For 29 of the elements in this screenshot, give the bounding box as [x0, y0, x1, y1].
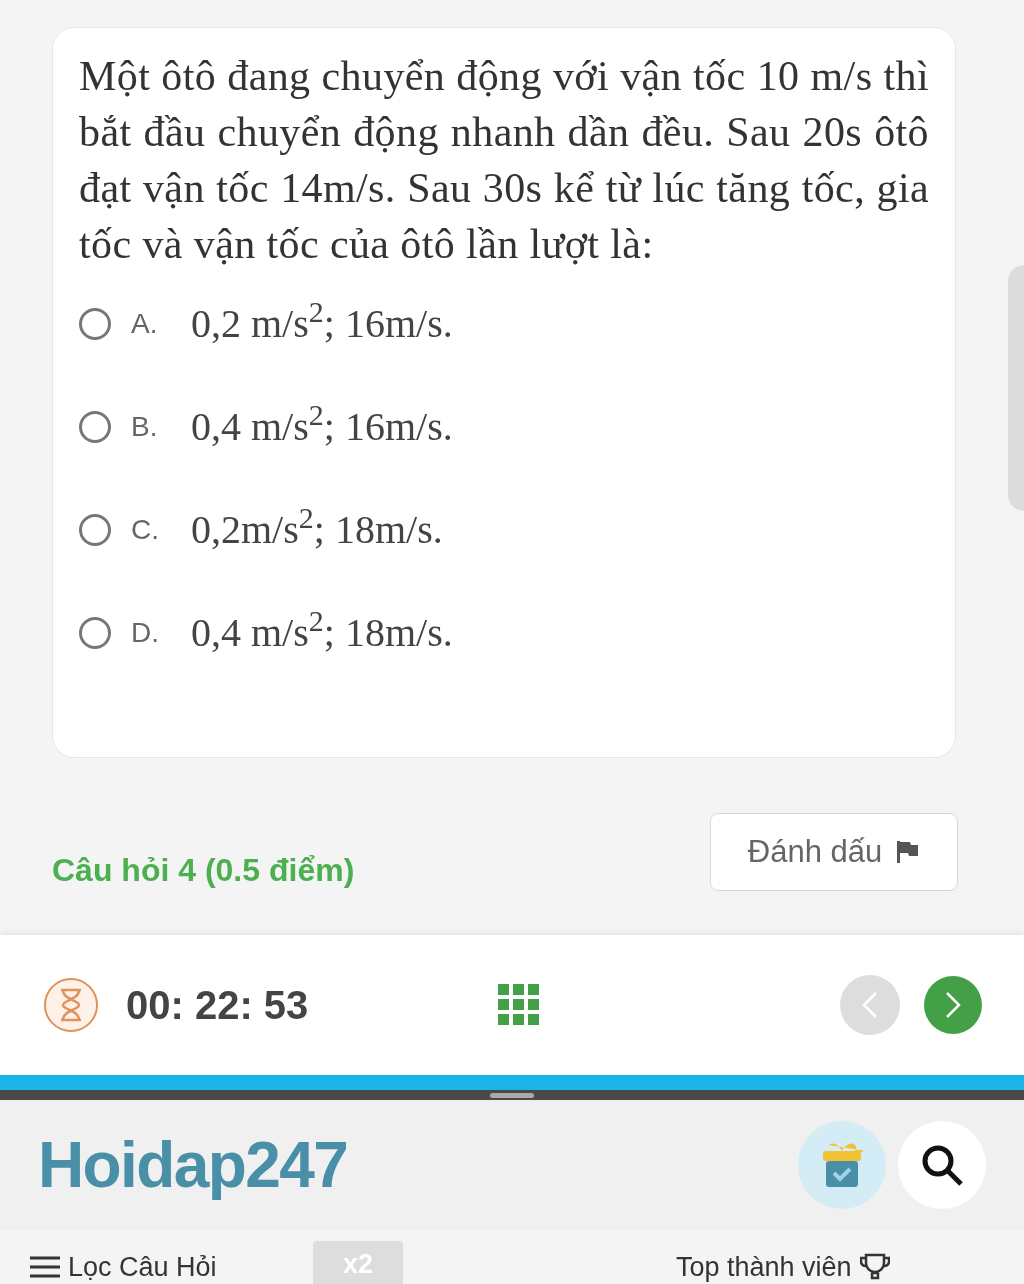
chevron-right-icon — [944, 991, 962, 1019]
next-button[interactable] — [924, 976, 982, 1034]
option-letter: B. — [131, 409, 159, 444]
chevron-left-icon — [861, 991, 879, 1019]
timer-text: 00: 22: 53 — [126, 982, 309, 1029]
option-letter: C. — [131, 512, 160, 547]
option-text: 0,4 m/s$^{2}$; 16m/s. — [191, 396, 453, 451]
grid-icon[interactable] — [498, 984, 541, 1026]
option-letter: D. — [131, 615, 160, 650]
radio-button[interactable] — [79, 307, 111, 340]
radio-button[interactable] — [79, 410, 111, 443]
question-text: Một ôtô đang chuyển động với vận tốc 10 m/s thì bắt đầu chuyển động nhanh dần đều. Sau 20s ôtô đạt vận tốc 14m/s. Sau 30s kể từ lúc tăng tốc, gia tốc và vận tốc của ôtô lần lượt là: — [79, 52, 929, 269]
filter-link[interactable]: Lọc Câu Hỏi — [68, 1252, 217, 1282]
search-icon — [920, 1143, 964, 1187]
radio-button[interactable] — [79, 513, 111, 546]
mark-button[interactable]: Đánh dấu — [710, 813, 958, 891]
drag-handle[interactable] — [490, 1092, 534, 1098]
option-text: 0,2m/s$^{2}$; 18m/s. — [191, 499, 443, 554]
radio-button[interactable] — [79, 616, 111, 649]
flag-icon — [894, 839, 921, 865]
option-text: 0,4 m/s$^{2}$; 18m/s. — [191, 602, 453, 657]
top-members-link[interactable]: Top thành viên — [676, 1252, 852, 1282]
gift-box-icon — [821, 1141, 863, 1189]
hourglass-icon — [42, 976, 100, 1034]
menu-icon[interactable] — [30, 1255, 60, 1279]
option-letter: A. — [131, 306, 159, 341]
question-title: Câu hỏi 4 (0.5 điểm) — [52, 851, 355, 890]
option-text: 0,2 m/s$^{2}$; 16m/s. — [191, 293, 453, 348]
trophy-icon — [859, 1253, 890, 1281]
